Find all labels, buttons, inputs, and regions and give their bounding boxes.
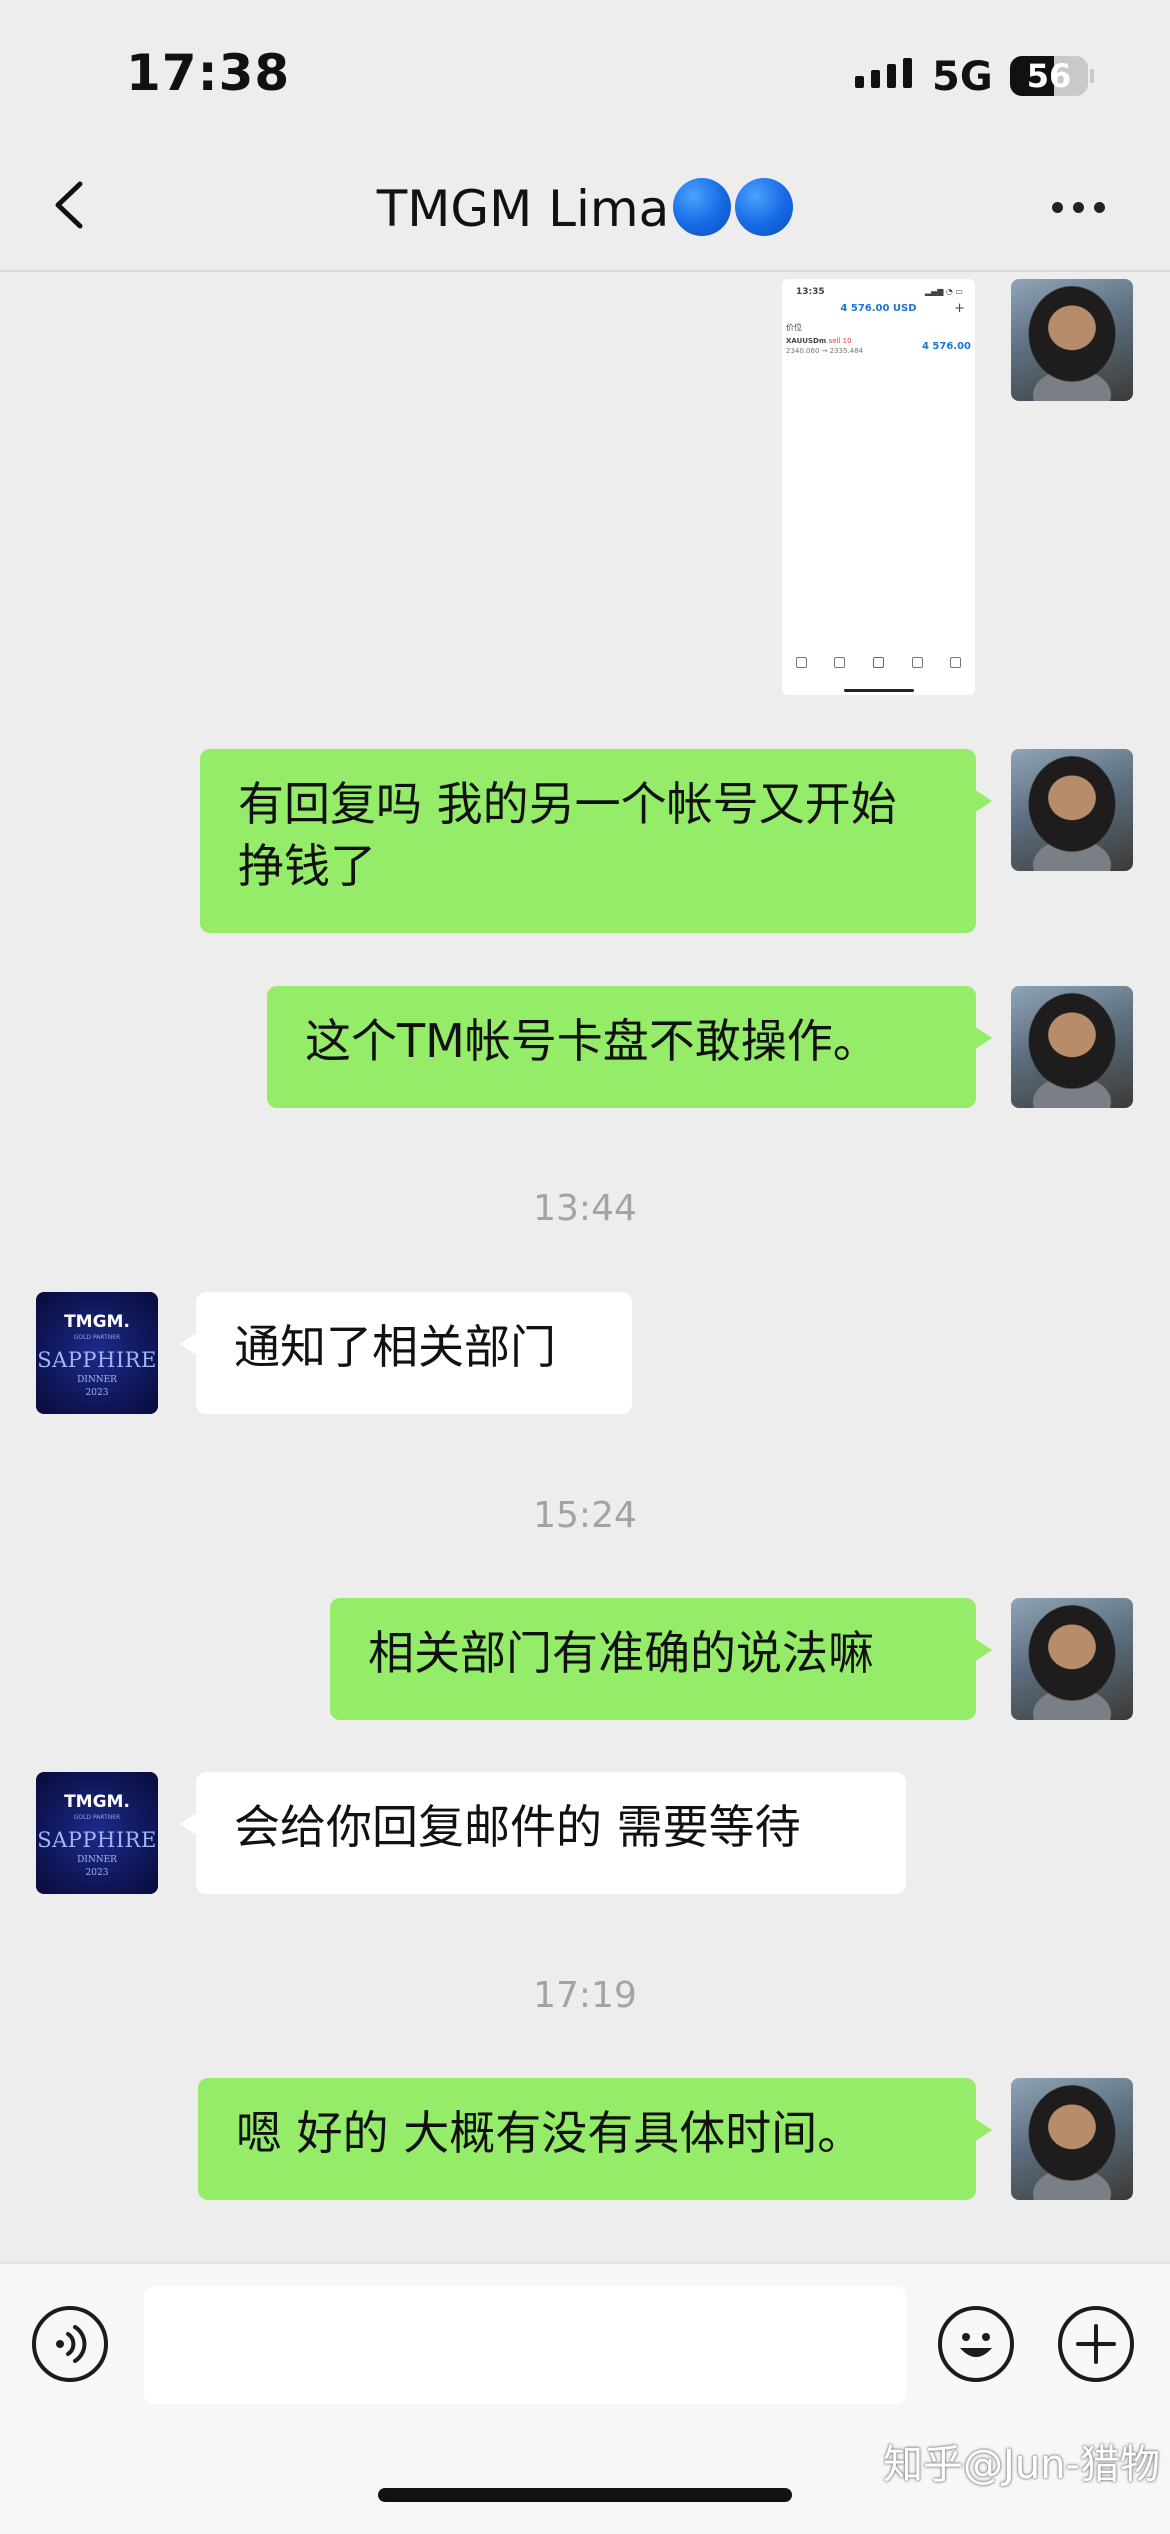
message-timestamp: 17:19: [533, 1975, 637, 2016]
voice-icon: [56, 2325, 87, 2363]
message-text: 嗯 好的 大概有没有具体时间。: [236, 2106, 864, 2160]
message-bubble-outgoing[interactable]: 嗯 好的 大概有没有具体时间。: [198, 2078, 992, 2200]
message-bubble-incoming[interactable]: 通知了相关部门: [180, 1292, 632, 1414]
message-bubble-incoming[interactable]: 会给你回复邮件的 需要等待: [180, 1772, 906, 1894]
message-text: 相关部门有准确的说法嘛: [368, 1626, 874, 1680]
status-time: 17:38: [126, 44, 291, 102]
image-message[interactable]: 13:35 ▂▄▆ ◔ ▭ 4 576.00 USD + 价位 XAUUSDm …: [782, 279, 975, 695]
image-label: 价位: [786, 323, 802, 332]
avatar-sub: GOLD PARTNER: [73, 1334, 121, 1341]
avatar-brand: TMGM.: [64, 1792, 130, 1812]
more-options-icon[interactable]: [1052, 202, 1105, 213]
avatar-main: SAPPHIRE: [37, 1348, 157, 1372]
voice-input-button[interactable]: [32, 2306, 108, 2382]
message-bubble-outgoing[interactable]: 相关部门有准确的说法嘛: [330, 1598, 992, 1720]
image-balance: 4 576.00 USD: [840, 303, 917, 314]
message-bubble-outgoing[interactable]: 有回复吗 我的另一个帐号又开始挣钱了: [200, 749, 992, 933]
user-avatar[interactable]: [1011, 986, 1133, 1108]
image-plus-icon: +: [954, 301, 965, 316]
image-status-icons: ▂▄▆ ◔ ▭: [924, 287, 963, 296]
message-bubble-outgoing[interactable]: 这个TM帐号卡盘不敢操作。: [267, 986, 992, 1108]
battery-tip: [1090, 69, 1094, 83]
avatar-main: SAPPHIRE: [37, 1828, 157, 1852]
avatar-brand: TMGM.: [64, 1312, 130, 1332]
user-avatar[interactable]: [1011, 2078, 1133, 2200]
chat-title: TMGM Lima: [0, 178, 1170, 238]
image-home-indicator: [844, 689, 914, 692]
avatar-line2: 2023: [85, 1868, 109, 1878]
image-profit: 4 576.00: [921, 341, 971, 352]
smiley-icon: [960, 2333, 992, 2357]
user-avatar[interactable]: [1011, 279, 1133, 401]
avatar-line1: DINNER: [77, 1375, 117, 1385]
watermark: 知乎@Jun-猎物: [883, 2442, 1160, 2488]
user-avatar[interactable]: [1011, 1598, 1133, 1720]
message-text: 会给你回复邮件的 需要等待: [234, 1800, 801, 1854]
message-text: 有回复吗 我的另一个帐号又开始挣钱了: [238, 777, 897, 893]
user-avatar[interactable]: [1011, 749, 1133, 871]
image-time: 13:35: [796, 287, 825, 297]
emoji-button[interactable]: [938, 2306, 1014, 2382]
image-tab-bar: [782, 657, 975, 670]
plus-icon: [1076, 2324, 1116, 2364]
home-indicator[interactable]: [378, 2488, 792, 2502]
message-input[interactable]: [144, 2286, 906, 2404]
blue-circle-icon: [735, 178, 794, 236]
agent-avatar[interactable]: TMGM. GOLD PARTNER SAPPHIRE DINNER 2023: [36, 1292, 158, 1414]
battery-icon: 56: [1010, 56, 1088, 96]
message-timestamp: 13:44: [533, 1188, 637, 1229]
chat-header: TMGM Lima: [0, 140, 1170, 272]
network-label: 5G: [932, 54, 993, 100]
image-symbol: XAUUSDm sell 10: [786, 337, 852, 345]
image-price: 2340.060 → 2335.484: [786, 347, 864, 355]
agent-avatar[interactable]: TMGM. GOLD PARTNER SAPPHIRE DINNER 2023: [36, 1772, 158, 1894]
battery-level: 56: [1026, 57, 1072, 95]
avatar-sub: GOLD PARTNER: [73, 1814, 121, 1821]
message-text: 这个TM帐号卡盘不敢操作。: [305, 1014, 879, 1068]
blue-circle-icon: [673, 178, 732, 236]
signal-icon: [855, 58, 912, 88]
avatar-line1: DINNER: [77, 1855, 117, 1865]
add-button[interactable]: [1058, 2306, 1134, 2382]
message-text: 通知了相关部门: [234, 1320, 556, 1374]
chat-title-text: TMGM Lima: [376, 180, 670, 238]
avatar-line2: 2023: [85, 1388, 109, 1398]
message-timestamp: 15:24: [533, 1495, 637, 1536]
